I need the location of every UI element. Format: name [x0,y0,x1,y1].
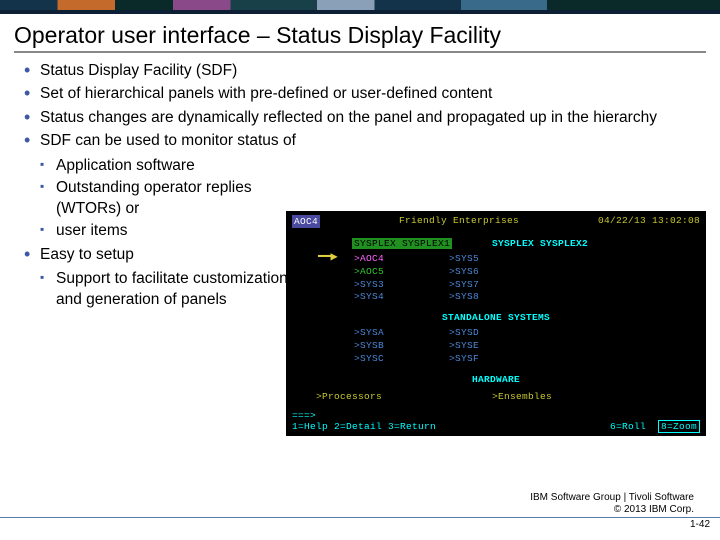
footer-line-2: © 2013 IBM Corp. [530,504,694,516]
terminal-entry: >Processors [316,391,382,402]
terminal-header: AOC4 Friendly Enterprises 04/22/13 13:02… [292,215,700,228]
sub-bullet-item: Application software [40,156,300,176]
terminal-screenshot: AOC4 Friendly Enterprises 04/22/13 13:02… [286,211,706,436]
bullet-item: Set of hierarchical panels with pre-defi… [24,84,702,104]
terminal-timestamp: 04/22/13 13:02:08 [598,215,700,228]
terminal-section-header: STANDALONE SYSTEMS [292,312,700,323]
terminal-entry: >SYS4 [354,291,384,304]
page-number: 1-42 [690,519,710,530]
sub-bullet-item: Outstanding operator replies (WTORs) or [40,178,300,219]
terminal-fn-left: 1=Help 2=Detail 3=Return [292,421,436,432]
terminal-column: >SYSA >SYSB >SYSC [354,327,384,365]
footer: IBM Software Group | Tivoli Software © 2… [530,492,694,516]
terminal-fn-keys: 1=Help 2=Detail 3=Return 6=Roll 8=Zoom [292,421,700,432]
terminal-system-columns: >AOC4 >AOC5 >SYS3 >SYS4 >SYS5 >SYS6 >SYS… [292,253,700,304]
terminal-entry: >SYS7 [449,279,479,292]
terminal-title: Friendly Enterprises [320,215,598,228]
terminal-system-id: AOC4 [292,215,320,228]
terminal-entry: >SYS5 [449,253,479,266]
terminal-section-header: HARDWARE [292,374,700,385]
terminal-column: >SYSD >SYSE >SYSF [449,327,479,365]
slide-title: Operator user interface – Status Display… [0,14,720,51]
terminal-fn-right: 8=Zoom [658,420,700,433]
terminal-footer: ===> 1=Help 2=Detail 3=Return 6=Roll 8=Z… [292,410,700,432]
bullet-item: Status Display Facility (SDF) [24,61,702,81]
bullet-text: Easy to setup [40,246,134,263]
terminal-fn-mid: 6=Roll [610,421,646,432]
terminal-column: >SYS5 >SYS6 >SYS7 >SYS8 [449,253,479,304]
sub-bullet-item: Support to facilitate customization and … [40,269,300,310]
terminal-entry: >SYSE [449,340,479,353]
terminal-entry: >SYS3 [354,279,384,292]
terminal-sysplex-2: SYSPLEX SYSPLEX2 [492,238,588,249]
terminal-entry: >Ensembles [492,391,552,402]
footer-divider [0,517,720,518]
terminal-entry: >AOC5 [354,266,384,277]
decorative-top-band [0,0,720,14]
terminal-entry: >SYSF [449,353,479,366]
terminal-entry: >SYS8 [449,291,479,304]
terminal-entry: >SYSD [449,327,479,340]
terminal-sysplex-row: SYSPLEX SYSPLEX1 SYSPLEX SYSPLEX2 [292,238,700,249]
sub-bullet-item: user items [40,221,300,241]
terminal-entry: >SYS6 [449,266,479,279]
terminal-entry: >SYSC [354,353,384,366]
bullet-item: Status changes are dynamically reflected… [24,108,702,128]
arrow-icon: ━━▶ [318,249,337,264]
terminal-column: >AOC4 >AOC5 >SYS3 >SYS4 [354,253,384,304]
terminal-entry: >SYSA [354,327,384,340]
title-underline [14,51,706,53]
footer-line-1: IBM Software Group | Tivoli Software [530,492,694,504]
terminal-entry: >SYSB [354,340,384,353]
terminal-prompt: ===> [292,410,700,421]
terminal-sysplex-1: SYSPLEX SYSPLEX1 [352,238,452,249]
terminal-hardware-row: >Processors >Ensembles [292,391,700,402]
terminal-entry: >AOC4 [354,253,384,264]
sub-bullet-list: Application software Outstanding operato… [40,156,300,242]
bullet-text: SDF can be used to monitor status of [40,132,296,149]
sub-bullet-list: Support to facilitate customization and … [40,269,300,310]
terminal-standalone-columns: >SYSA >SYSB >SYSC >SYSD >SYSE >SYSF [292,327,700,365]
